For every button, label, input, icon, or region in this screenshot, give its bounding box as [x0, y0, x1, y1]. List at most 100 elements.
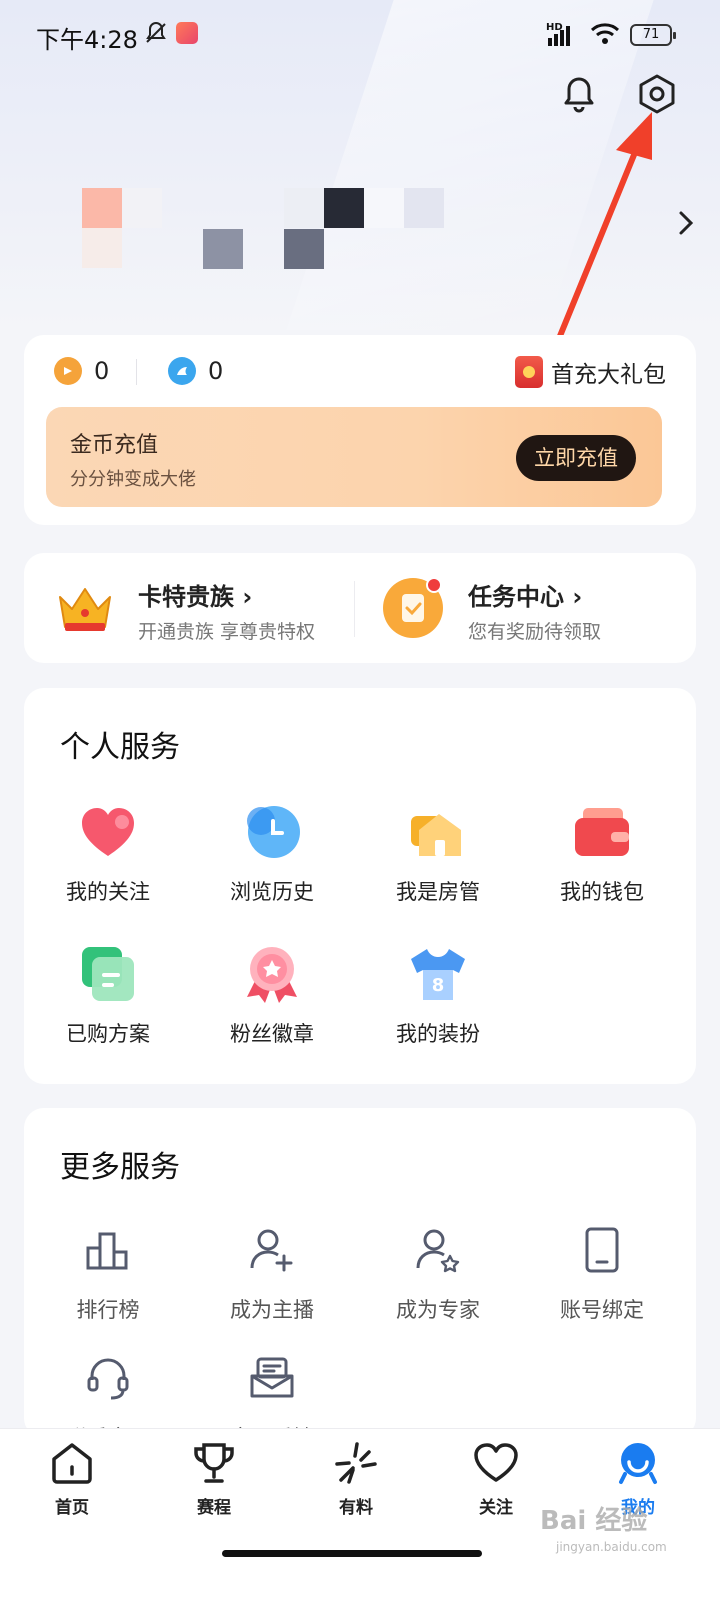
ranking-icon [76, 1218, 140, 1282]
noble-title: 卡特贵族 › [138, 583, 253, 611]
feedback-icon [240, 1346, 304, 1410]
nav-home[interactable]: 首页 [0, 1439, 144, 1518]
nav-label: 有料 [339, 1498, 373, 1518]
service-feedback[interactable]: 意见反馈 [188, 1346, 356, 1438]
badge-icon [240, 942, 304, 1006]
more-services-card: 更多服务 排行榜 成为主播 成为专家 账号绑定 联系客服 意见反馈 [24, 1108, 696, 1438]
name-mosaic-block [364, 188, 404, 228]
expert-user-icon [406, 1218, 470, 1282]
service-label: 成为主播 [230, 1298, 314, 1322]
first-recharge-gift-link[interactable]: 首充大礼包 [515, 355, 666, 389]
task-subtitle: 您有奖励待领取 [468, 621, 602, 643]
status-bar: 下午4:28 HD 71 [0, 0, 720, 70]
more-services-title: 更多服务 [60, 1150, 180, 1185]
home-icon [48, 1439, 96, 1487]
personal-services-title: 个人服务 [60, 730, 180, 765]
app-notification-icon [176, 22, 198, 44]
crown-icon [59, 588, 111, 631]
gold-coin-balance[interactable]: 0 [54, 357, 109, 385]
task-title: 任务中心 › [468, 583, 583, 611]
service-become-streamer[interactable]: 成为主播 [188, 1218, 356, 1324]
recharge-subtitle: 分分钟变成大佬 [70, 469, 196, 490]
document-icon [76, 942, 140, 1006]
service-label: 浏览历史 [230, 880, 314, 904]
nav-schedule[interactable]: 赛程 [142, 1439, 286, 1518]
recharge-now-button[interactable]: 立即充值 [516, 435, 636, 481]
baidu-watermark: Bai 经验 [540, 1506, 648, 1536]
profile-icon [614, 1439, 662, 1487]
headset-icon [76, 1346, 140, 1410]
noble-entry[interactable]: 卡特贵族 › 开通贵族 享尊贵特权 [24, 553, 360, 663]
vip-task-card: 卡特贵族 › 开通贵族 享尊贵特权 任务中心 › 您有奖励待领取 [24, 553, 696, 663]
nav-label: 赛程 [197, 1498, 231, 1518]
avatar-mosaic-block [122, 188, 162, 228]
avatar-mosaic-block [82, 188, 122, 228]
task-clipboard-icon [383, 577, 443, 638]
battery-indicator: 71 [630, 24, 676, 46]
service-label: 排行榜 [76, 1298, 140, 1322]
service-purchased-plans[interactable]: 已购方案 [24, 942, 192, 1048]
task-center-entry[interactable]: 任务中心 › 您有奖励待领取 [360, 553, 696, 663]
settings-button[interactable] [633, 70, 681, 118]
status-time: 下午4:28 [36, 26, 138, 54]
recharge-banner[interactable]: 金币充值 分分钟变成大佬 立即充值 [46, 407, 662, 507]
name-mosaic-block [284, 188, 324, 228]
house-icon [406, 800, 470, 864]
avatar-mosaic-block [82, 228, 122, 268]
name-mosaic-block [324, 188, 364, 228]
noble-subtitle: 开通贵族 享尊贵特权 [138, 621, 316, 643]
add-user-icon [240, 1218, 304, 1282]
service-label: 我是房管 [396, 880, 480, 904]
mute-bell-icon [146, 21, 166, 43]
heart-icon [76, 800, 140, 864]
sparkle-icon [332, 1439, 380, 1487]
service-become-expert[interactable]: 成为专家 [354, 1218, 522, 1324]
trophy-icon [190, 1439, 238, 1487]
recharge-title: 金币充值 [70, 433, 159, 458]
jersey-icon: 8 [406, 942, 470, 1006]
signal-icon [548, 26, 570, 46]
service-label: 粉丝徽章 [230, 1022, 314, 1046]
diamond-value: 0 [208, 357, 224, 385]
home-indicator[interactable] [222, 1550, 482, 1557]
service-contact-support[interactable]: 联系客服 [24, 1346, 192, 1438]
bell-icon [564, 77, 594, 113]
service-label: 我的钱包 [560, 880, 644, 904]
service-my-outfits[interactable]: 8 我的装扮 [354, 942, 522, 1048]
clock-icon [240, 800, 304, 864]
wallet-card: 0 0 首充大礼包 金币充值 分分钟变成大佬 立即充值 [24, 335, 696, 525]
service-fan-badge[interactable]: 粉丝徽章 [188, 942, 356, 1048]
nav-label: 首页 [55, 1498, 89, 1518]
tablet-icon [570, 1218, 634, 1282]
name-mosaic-block [404, 188, 444, 228]
chevron-right-icon [679, 211, 694, 235]
service-browse-history[interactable]: 浏览历史 [188, 800, 356, 906]
gold-coin-value: 0 [94, 357, 110, 385]
baidu-watermark-url: jingyan.baidu.com [556, 1540, 667, 1554]
service-room-manager[interactable]: 我是房管 [354, 800, 522, 906]
service-label: 已购方案 [66, 1022, 150, 1046]
gold-coin-icon [54, 357, 82, 385]
heart-outline-icon [472, 1439, 520, 1487]
red-envelope-icon [515, 356, 543, 388]
vip-divider [354, 581, 355, 637]
diamond-balance[interactable]: 0 [168, 357, 223, 385]
service-my-wallet[interactable]: 我的钱包 [518, 800, 686, 906]
service-label: 账号绑定 [560, 1298, 644, 1322]
service-ranking[interactable]: 排行榜 [24, 1218, 192, 1324]
name-mosaic-block [284, 229, 324, 269]
service-account-binding[interactable]: 账号绑定 [518, 1218, 686, 1324]
gear-icon [639, 74, 675, 114]
wallet-divider [136, 359, 137, 385]
wifi-icon [590, 23, 620, 44]
service-label: 我的装扮 [396, 1022, 480, 1046]
personal-services-card: 个人服务 我的关注 浏览历史 我是房管 我的钱包 已购方案 粉丝徽章 8 我的装… [24, 688, 696, 1084]
nav-insights[interactable]: 有料 [284, 1439, 428, 1518]
name-mosaic-block [203, 229, 243, 269]
wallet-icon [570, 800, 634, 864]
service-label: 我的关注 [66, 880, 150, 904]
service-label: 成为专家 [396, 1298, 480, 1322]
notification-bell-button[interactable] [555, 70, 603, 118]
gift-label: 首充大礼包 [551, 362, 666, 388]
service-my-follows[interactable]: 我的关注 [24, 800, 192, 906]
